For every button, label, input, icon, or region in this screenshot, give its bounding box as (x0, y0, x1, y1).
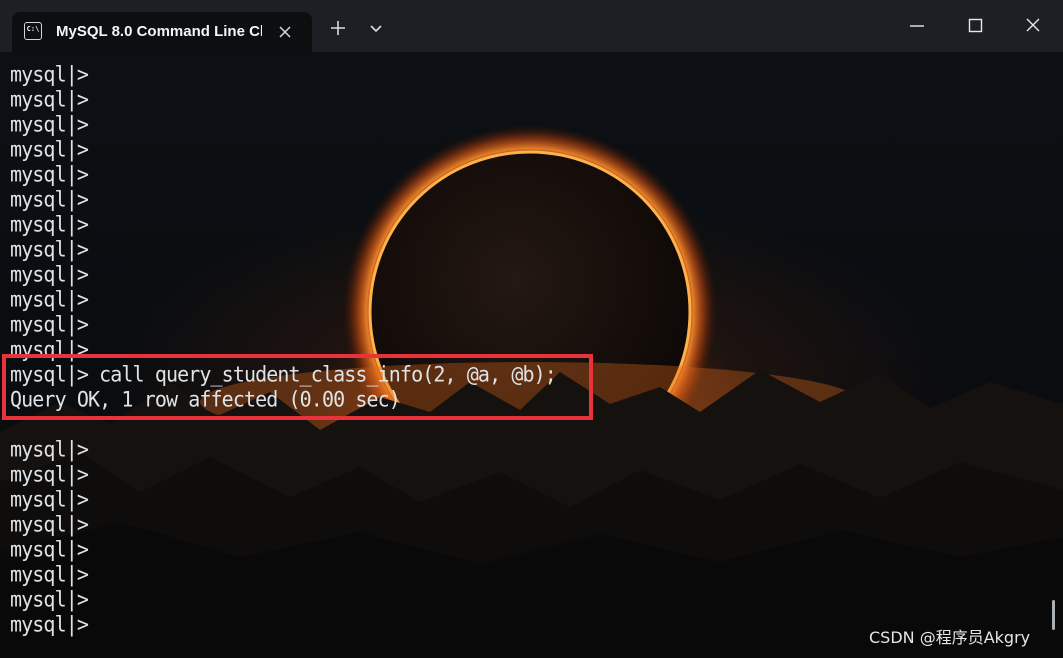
new-tab-button[interactable] (324, 14, 352, 42)
prompt-line: mysql|> (10, 436, 89, 462)
close-tab-button[interactable] (274, 21, 296, 43)
tab-title: MySQL 8.0 Command Line Cli (56, 23, 262, 40)
prompt-line: mysql|> (10, 586, 89, 612)
prompt-line: mysql|> (10, 536, 89, 562)
close-icon (1026, 18, 1040, 32)
minimize-button[interactable] (894, 8, 940, 44)
tab-mysql[interactable]: C:\ MySQL 8.0 Command Line Cli (12, 12, 312, 52)
prompt-line: mysql|> (10, 261, 89, 287)
prompt-line: mysql|> (10, 86, 89, 112)
maximize-icon (968, 18, 983, 33)
prompt-line: mysql|> (10, 311, 89, 337)
scrollbar-thumb[interactable] (1052, 600, 1055, 630)
terminal-output: mysql|> mysql|> mysql|> mysql|> mysql|> … (10, 61, 557, 637)
prompt-line: mysql|> (10, 511, 89, 537)
terminal-icon: C:\ (24, 22, 42, 40)
close-window-button[interactable] (1010, 8, 1056, 44)
prompt-line: mysql|> (10, 611, 89, 637)
prompt-line: mysql|> (10, 286, 89, 312)
tab-dropdown-button[interactable] (362, 14, 390, 42)
prompt-line: mysql|> (10, 211, 89, 237)
highlight-box (2, 354, 593, 420)
chevron-down-icon (370, 25, 382, 33)
prompt-line: mysql|> (10, 161, 89, 187)
prompt-line: mysql|> (10, 236, 89, 262)
minimize-icon (910, 25, 924, 27)
prompt-line: mysql|> (10, 561, 89, 587)
prompt-line: mysql|> (10, 111, 89, 137)
prompt-line: mysql|> (10, 186, 89, 212)
prompt-line: mysql|> (10, 461, 89, 487)
prompt-line: mysql|> (10, 486, 89, 512)
watermark-text: CSDN @程序员Akgry (869, 628, 1031, 647)
title-bar: C:\ MySQL 8.0 Command Line Cli (0, 0, 1063, 52)
plus-icon (331, 21, 345, 35)
prompt-line: mysql|> (10, 136, 89, 162)
maximize-button[interactable] (952, 8, 998, 44)
prompt-line: mysql|> (10, 61, 89, 87)
close-icon (279, 26, 291, 38)
terminal-area[interactable]: mysql|> mysql|> mysql|> mysql|> mysql|> … (0, 52, 1063, 658)
